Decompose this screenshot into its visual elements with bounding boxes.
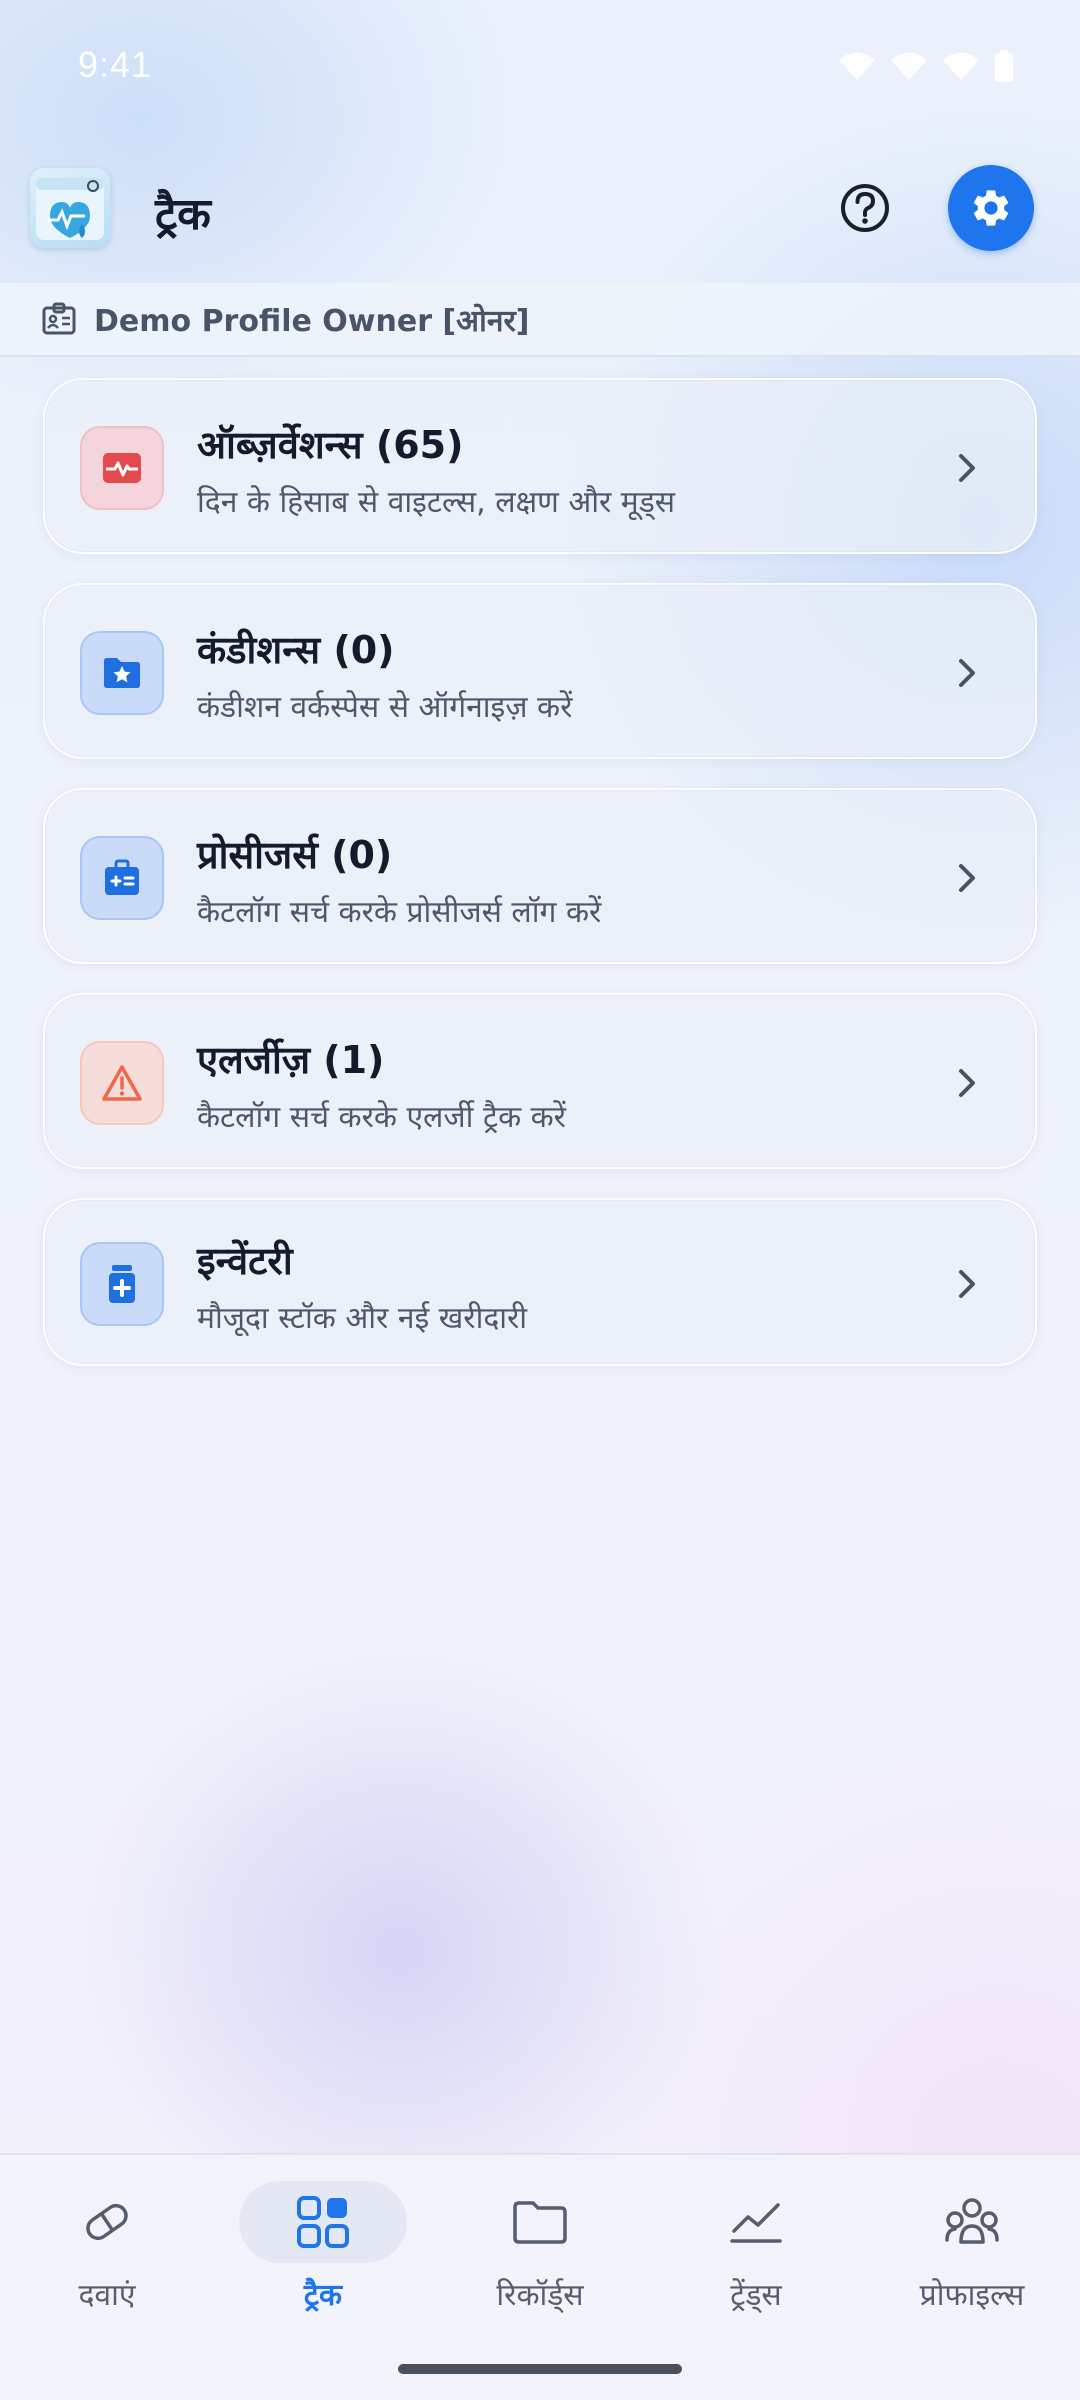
track-card-list: ऑब्ज़र्वेशन्स (65) दिन के हिसाब से वाइटल… (43, 378, 1037, 1395)
card-inventory[interactable]: इन्वेंटरी मौजूदा स्टॉक और नई खरीदारी (43, 1198, 1037, 1366)
card-subtitle: दिन के हिसाब से वाइटल्स, लक्षण और मूड्स (197, 485, 676, 520)
nav-label: ट्रैक (303, 2278, 343, 2313)
pill-icon (86, 2203, 128, 2241)
card-allergies[interactable]: एलर्जीज़ (1) कैटलॉग सर्च करके एलर्जी ट्र… (43, 993, 1037, 1169)
nav-item-profiles[interactable]: प्रोफाइल्स (872, 2181, 1072, 2331)
card-icon-box (80, 426, 164, 510)
nav-icon-container (888, 2181, 1056, 2263)
nav-item-trends[interactable]: ट्रेंड्स (656, 2181, 856, 2331)
card-title: ऑब्ज़र्वेशन्स (65) (197, 423, 464, 467)
nav-item-records[interactable]: रिकॉर्ड्स (440, 2181, 640, 2331)
warning-icon (102, 1065, 142, 1101)
card-icon-box (80, 631, 164, 715)
medical-kit-icon (105, 859, 139, 895)
profile-name: Demo Profile Owner [ओनर] (94, 303, 530, 339)
chevron-right-icon (959, 1270, 975, 1298)
folder-icon (513, 2201, 567, 2244)
nav-icon-container (672, 2181, 840, 2263)
card-subtitle: कैटलॉग सर्च करके प्रोसीजर्स लॉग करें (197, 895, 602, 930)
card-conditions[interactable]: कंडीशन्स (0) कंडीशन वर्कस्पेस से ऑर्गनाइ… (43, 583, 1037, 759)
wifi-icon (839, 52, 875, 80)
signal-icon (891, 52, 927, 80)
nav-icon-container (456, 2181, 624, 2263)
card-title: एलर्जीज़ (1) (197, 1038, 385, 1082)
card-observations[interactable]: ऑब्ज़र्वेशन्स (65) दिन के हिसाब से वाइटल… (43, 378, 1037, 554)
bottom-navigation: दवाएं ट्रैक रिकॉर्ड्स ट्रेंड्स प्रोफाइल्… (0, 2153, 1080, 2400)
card-subtitle: कैटलॉग सर्च करके एलर्जी ट्रैक करें (197, 1100, 566, 1135)
status-time: 9:41 (78, 44, 153, 85)
trend-line-icon (730, 2203, 782, 2243)
help-icon (841, 184, 889, 232)
card-title: प्रोसीजर्स (0) (197, 833, 393, 877)
card-icon-box (80, 1041, 164, 1125)
nav-label: रिकॉर्ड्स (496, 2278, 584, 2313)
app-header: ट्रैक (0, 160, 1080, 280)
status-icons (838, 50, 1014, 82)
chevron-right-icon (959, 1069, 975, 1097)
profiles-icon (945, 2198, 999, 2244)
card-title: कंडीशन्स (0) (197, 628, 395, 672)
grid-icon (297, 2196, 349, 2248)
app-logo[interactable] (30, 168, 110, 248)
nav-label: ट्रेंड्स (730, 2278, 782, 2313)
nav-label: प्रोफाइल्स (919, 2278, 1025, 2313)
help-button[interactable] (822, 165, 908, 251)
battery-icon (995, 50, 1013, 82)
chevron-right-icon (959, 659, 975, 687)
signal-strength-icon (943, 52, 979, 80)
id-badge-icon (42, 302, 76, 335)
chevron-right-icon (959, 864, 975, 892)
card-subtitle: कंडीशन वर्कस्पेस से ऑर्गनाइज़ करें (197, 690, 573, 725)
nav-item-track[interactable]: ट्रैक (223, 2181, 423, 2331)
card-icon-box (80, 1242, 164, 1326)
profile-strip[interactable]: Demo Profile Owner [ओनर] (0, 283, 1080, 357)
card-procedures[interactable]: प्रोसीजर्स (0) कैटलॉग सर्च करके प्रोसीजर… (43, 788, 1037, 964)
settings-button[interactable] (948, 165, 1034, 251)
gear-icon (973, 190, 1009, 226)
card-subtitle: मौजूदा स्टॉक और नई खरीदारी (197, 1301, 528, 1336)
home-indicator[interactable] (398, 2364, 682, 2374)
app-logo-icon (36, 178, 104, 240)
nav-icon-container (239, 2181, 407, 2263)
nav-icon-container (23, 2181, 191, 2263)
page-title: ट्रैक (155, 189, 211, 240)
medicine-bottle-icon (109, 1265, 135, 1303)
card-title: इन्वेंटरी (197, 1239, 293, 1283)
nav-label: दवाएं (78, 2278, 136, 2313)
card-icon-box (80, 836, 164, 920)
chevron-right-icon (959, 454, 975, 482)
vitals-icon (103, 453, 141, 483)
status-bar: 9:41 (0, 0, 1080, 130)
nav-item-medicines[interactable]: दवाएं (7, 2181, 207, 2331)
folder-star-icon (104, 658, 140, 688)
